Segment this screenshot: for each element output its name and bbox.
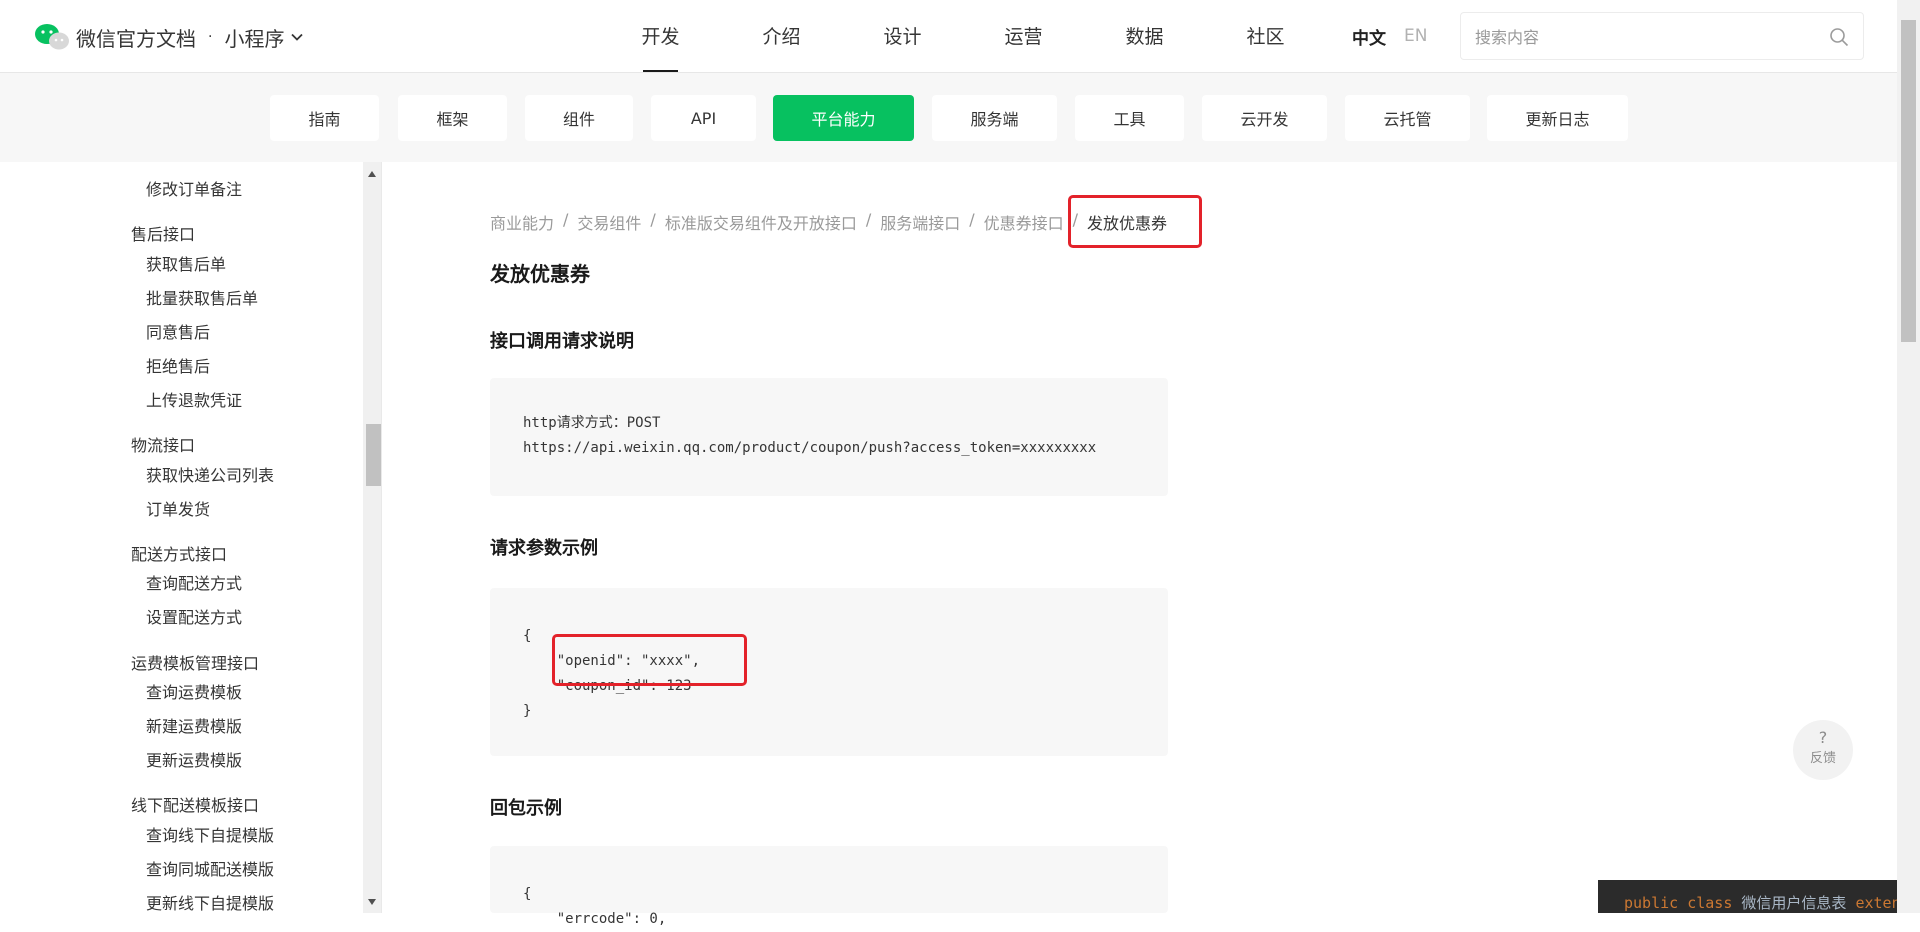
sidebar-item[interactable]: 查询运费模板: [146, 679, 242, 703]
ide-extends: extends: [1855, 894, 1897, 912]
tab-framework[interactable]: 框架: [398, 95, 507, 141]
sidebar-item[interactable]: 更新运费模版: [146, 747, 242, 771]
brand-title[interactable]: 微信官方文档: [76, 23, 196, 52]
scroll-up-arrow-icon[interactable]: [368, 171, 376, 177]
sidebar-item[interactable]: 查询线下自提模版: [146, 822, 274, 846]
sidebar-group[interactable]: 运费模板管理接口: [131, 650, 259, 674]
nav-item-develop[interactable]: 开发: [600, 0, 721, 72]
breadcrumb-item[interactable]: 服务端接口: [880, 210, 960, 234]
top-navigation-bar: 微信官方文档 · 小程序 开发 介绍 设计 运营 数据 社区 中文 EN: [0, 0, 1897, 73]
nav-item-data[interactable]: 数据: [1084, 0, 1205, 72]
help-icon: ?: [1818, 728, 1828, 747]
nav-item-operation[interactable]: 运营: [963, 0, 1084, 72]
sidebar-item[interactable]: 更新线下自提模版: [146, 890, 274, 913]
tab-cloud-hosting[interactable]: 云托管: [1345, 95, 1470, 141]
breadcrumb-item[interactable]: 商业能力: [490, 210, 554, 234]
tab-components[interactable]: 组件: [525, 95, 633, 141]
ide-code-line: public class 微信用户信息表 extends: [1624, 892, 1897, 913]
tab-platform-capabilities[interactable]: 平台能力: [773, 95, 914, 141]
sidebar-group[interactable]: 售后接口: [131, 221, 195, 245]
sidebar-item[interactable]: 批量获取售后单: [146, 285, 258, 309]
tab-server[interactable]: 服务端: [932, 95, 1057, 141]
breadcrumb-item[interactable]: 标准版交易组件及开放接口: [665, 210, 857, 234]
sidebar-scrollbar[interactable]: [363, 162, 381, 913]
brand[interactable]: 微信官方文档 · 小程序: [34, 20, 304, 54]
sidebar-item[interactable]: 查询配送方式: [146, 570, 242, 594]
page-scrollbar-thumb[interactable]: [1901, 20, 1916, 342]
sidebar-item[interactable]: 上传退款凭证: [146, 387, 242, 411]
sidebar-group[interactable]: 配送方式接口: [131, 541, 227, 565]
lang-english[interactable]: EN: [1404, 26, 1427, 46]
sidebar-item[interactable]: 订单发货: [146, 496, 210, 520]
tab-api[interactable]: API: [651, 95, 756, 141]
sidebar-item[interactable]: 设置配送方式: [146, 604, 242, 628]
feedback-label: 反馈: [1809, 751, 1836, 766]
breadcrumb-separator: /: [650, 210, 656, 229]
section-heading-params: 请求参数示例: [490, 538, 598, 559]
sidebar-item[interactable]: 新建运费模版: [146, 713, 242, 737]
language-switcher: 中文 EN: [1352, 0, 1427, 72]
sidebar-item[interactable]: 获取售后单: [146, 251, 226, 275]
ide-keywords: public class: [1624, 894, 1733, 912]
page-title: 发放优惠券: [490, 262, 590, 286]
breadcrumb-item[interactable]: 优惠券接口: [984, 210, 1064, 234]
sidebar-group[interactable]: 物流接口: [131, 432, 195, 456]
code-block-response: { "errcode": 0,: [490, 846, 1168, 927]
section-heading-request: 接口调用请求说明: [490, 331, 634, 352]
nav-item-community[interactable]: 社区: [1205, 0, 1326, 72]
nav-item-intro[interactable]: 介绍: [721, 0, 842, 72]
breadcrumb-separator: /: [969, 210, 975, 229]
breadcrumb: 商业能力 / 交易组件 / 标准版交易组件及开放接口 / 服务端接口 / 优惠券…: [490, 210, 1167, 234]
sidebar-item[interactable]: 查询同城配送模版: [146, 856, 274, 880]
lang-chinese[interactable]: 中文: [1352, 24, 1386, 49]
feedback-button[interactable]: ? 反馈: [1793, 720, 1853, 780]
code-response: { "errcode": 0,: [523, 886, 667, 927]
brand-separator: ·: [208, 29, 213, 45]
nav-item-design[interactable]: 设计: [842, 0, 963, 72]
sidebar: 修改订单备注 售后接口 获取售后单 批量获取售后单 同意售后 拒绝售后 上传退款…: [0, 162, 363, 913]
breadcrumb-separator: /: [563, 210, 569, 229]
ide-overlay-strip: public class 微信用户信息表 extends: [1598, 880, 1897, 913]
sidebar-item[interactable]: 修改订单备注: [146, 176, 242, 200]
sub-navigation: 指南 框架 组件 API 平台能力 服务端 工具 云开发 云托管 更新日志: [0, 73, 1897, 162]
section-heading-response: 回包示例: [490, 798, 562, 819]
search-box: [1460, 12, 1864, 61]
chevron-down-icon[interactable]: [290, 30, 304, 44]
scroll-down-arrow-icon[interactable]: [368, 899, 376, 905]
page-scrollbar[interactable]: [1897, 0, 1920, 913]
wechat-logo-icon: [35, 24, 69, 50]
breadcrumb-separator: /: [865, 210, 872, 229]
main-nav: 开发 介绍 设计 运营 数据 社区: [600, 0, 1326, 72]
highlight-box-breadcrumb: [1068, 195, 1202, 248]
sidebar-scrollbar-thumb[interactable]: [366, 424, 381, 486]
tab-tools[interactable]: 工具: [1075, 95, 1184, 141]
sidebar-group[interactable]: 线下配送模板接口: [131, 792, 259, 816]
product-switcher[interactable]: 小程序: [224, 23, 284, 52]
ide-class-name: 微信用户信息表: [1741, 894, 1847, 912]
search-icon[interactable]: [1829, 27, 1849, 47]
sidebar-item[interactable]: 同意售后: [146, 319, 210, 343]
tab-changelog[interactable]: 更新日志: [1487, 95, 1628, 141]
search-input[interactable]: [1473, 13, 1817, 61]
sidebar-item[interactable]: 拒绝售后: [146, 353, 210, 377]
highlight-box-openid: [552, 634, 747, 686]
code-block-request: http请求方式：POST https://api.weixin.qq.com/…: [490, 378, 1168, 496]
breadcrumb-item[interactable]: 交易组件: [577, 210, 641, 234]
main-content: 商业能力 / 交易组件 / 标准版交易组件及开放接口 / 服务端接口 / 优惠券…: [382, 162, 1897, 927]
code-request: http请求方式：POST https://api.weixin.qq.com/…: [523, 415, 1097, 456]
tab-guide[interactable]: 指南: [270, 95, 379, 141]
sidebar-item[interactable]: 获取快递公司列表: [146, 462, 274, 486]
tab-cloud-dev[interactable]: 云开发: [1202, 95, 1327, 141]
